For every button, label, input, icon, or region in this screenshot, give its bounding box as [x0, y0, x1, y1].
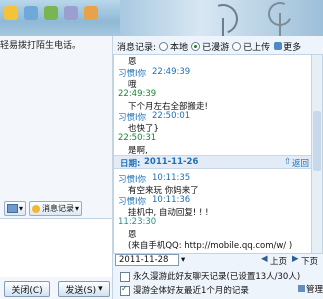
radio-roamed-label: 已漫游 [202, 42, 230, 53]
radio-local[interactable] [159, 41, 169, 51]
windmill-pole [279, 13, 281, 36]
triangle-right-icon: ▶ [292, 254, 299, 264]
message-scrollbar[interactable] [311, 54, 323, 254]
permanent-roam-checkbox[interactable] [120, 271, 130, 282]
close-button-label: 关闭(C) [11, 285, 43, 296]
chevron-down-icon: ▾ [19, 204, 24, 213]
message-input-area[interactable] [0, 218, 112, 277]
image-icon [7, 204, 18, 213]
message-time: 22:49:39 [152, 67, 191, 77]
scroll-thumb[interactable] [313, 111, 321, 171]
history-navigation: 2011-11-28 ▾ ◀ 上页 ▶ 下页 [113, 254, 323, 268]
roam-month-label: 漫游全体好友最近1个月的记录 [133, 286, 249, 296]
roam-month-checkbox[interactable] [120, 284, 130, 296]
chevron-down-icon: ▾ [75, 204, 80, 213]
more-icon [274, 42, 283, 50]
send-button-label: 发送(S) [65, 285, 97, 296]
message-time: 10:11:36 [152, 195, 191, 205]
prev-page-link[interactable]: 上页 [270, 255, 287, 267]
close-button[interactable]: 关闭(C) [4, 281, 50, 297]
safety-hint-text: 轻易拨打陌生电话。 [0, 41, 82, 51]
message-time: 22:50:31 [118, 133, 157, 143]
record-label: 消息记录: [117, 42, 157, 53]
input-toolbar: ▾ 消息记录 ▾ [4, 201, 83, 216]
radio-local-label: 本地 [170, 42, 189, 53]
message-time: 22:50:01 [152, 111, 191, 121]
manage-label: 管理 [306, 285, 323, 295]
triangle-left-icon: ◀ [261, 254, 268, 264]
next-page-link[interactable]: 下页 [301, 255, 318, 267]
radio-uploaded[interactable] [232, 41, 242, 51]
message-text: (来自手机QQ: http://mobile.qq.com/w/ ) [128, 241, 293, 251]
date-picker[interactable]: 2011-11-28 [115, 254, 179, 266]
radio-roamed[interactable] [191, 41, 201, 51]
format-button[interactable]: ▾ [4, 201, 27, 216]
transfer-icon[interactable] [44, 6, 58, 20]
date-divider-date: 2011-11-26 [144, 157, 199, 167]
message-time: 11:23:30 [118, 217, 157, 227]
radio-uploaded-label: 已上传 [243, 42, 271, 53]
manage-icon [298, 285, 305, 292]
date-divider-label: 日期: [120, 159, 141, 169]
game-icon[interactable] [84, 6, 98, 20]
window-header-banner [0, 0, 323, 36]
message-time: 10:11:35 [152, 173, 191, 183]
history-icon [32, 204, 41, 213]
roam-month-option[interactable]: 漫游全体好友最近1个月的记录 [120, 284, 249, 296]
message-time: 22:49:39 [118, 89, 157, 99]
calendar-icon[interactable]: ▾ [181, 255, 185, 265]
manage-link[interactable]: 管理 [298, 283, 323, 295]
permanent-roam-label: 永久漫游此好友聊天记录(已设置13人/30人) [133, 272, 301, 282]
message-history-pane: 恩 习惯I你 22:49:39 哦 22:49:39 下个月左右全部搬走! 习惯… [113, 54, 313, 254]
permanent-roam-option[interactable]: 永久漫游此好友聊天记录(已设置13人/30人) [120, 270, 300, 282]
back-link[interactable]: 返回 [292, 157, 309, 169]
chevron-down-icon: ▾ [98, 284, 103, 294]
date-divider: 日期: 2011-11-26 ⇧ 返回 [114, 155, 312, 169]
send-button[interactable]: 发送(S) ▾ [58, 281, 110, 297]
date-picker-value: 2011-11-28 [119, 255, 169, 265]
record-source-bar: 消息记录: 本地 已漫游 已上传 更多 [113, 38, 323, 54]
video-icon[interactable] [24, 6, 38, 20]
windmill-pole [222, 18, 224, 36]
back-to-top-icon: ⇧ [284, 157, 292, 167]
message-text: 恩 [128, 57, 137, 67]
more-link[interactable]: 更多 [283, 40, 301, 53]
message-history-button[interactable]: 消息记录 ▾ [29, 201, 83, 216]
app-icon[interactable] [64, 6, 78, 20]
message-history-label: 消息记录 [42, 204, 75, 213]
smile-icon[interactable] [4, 6, 18, 20]
